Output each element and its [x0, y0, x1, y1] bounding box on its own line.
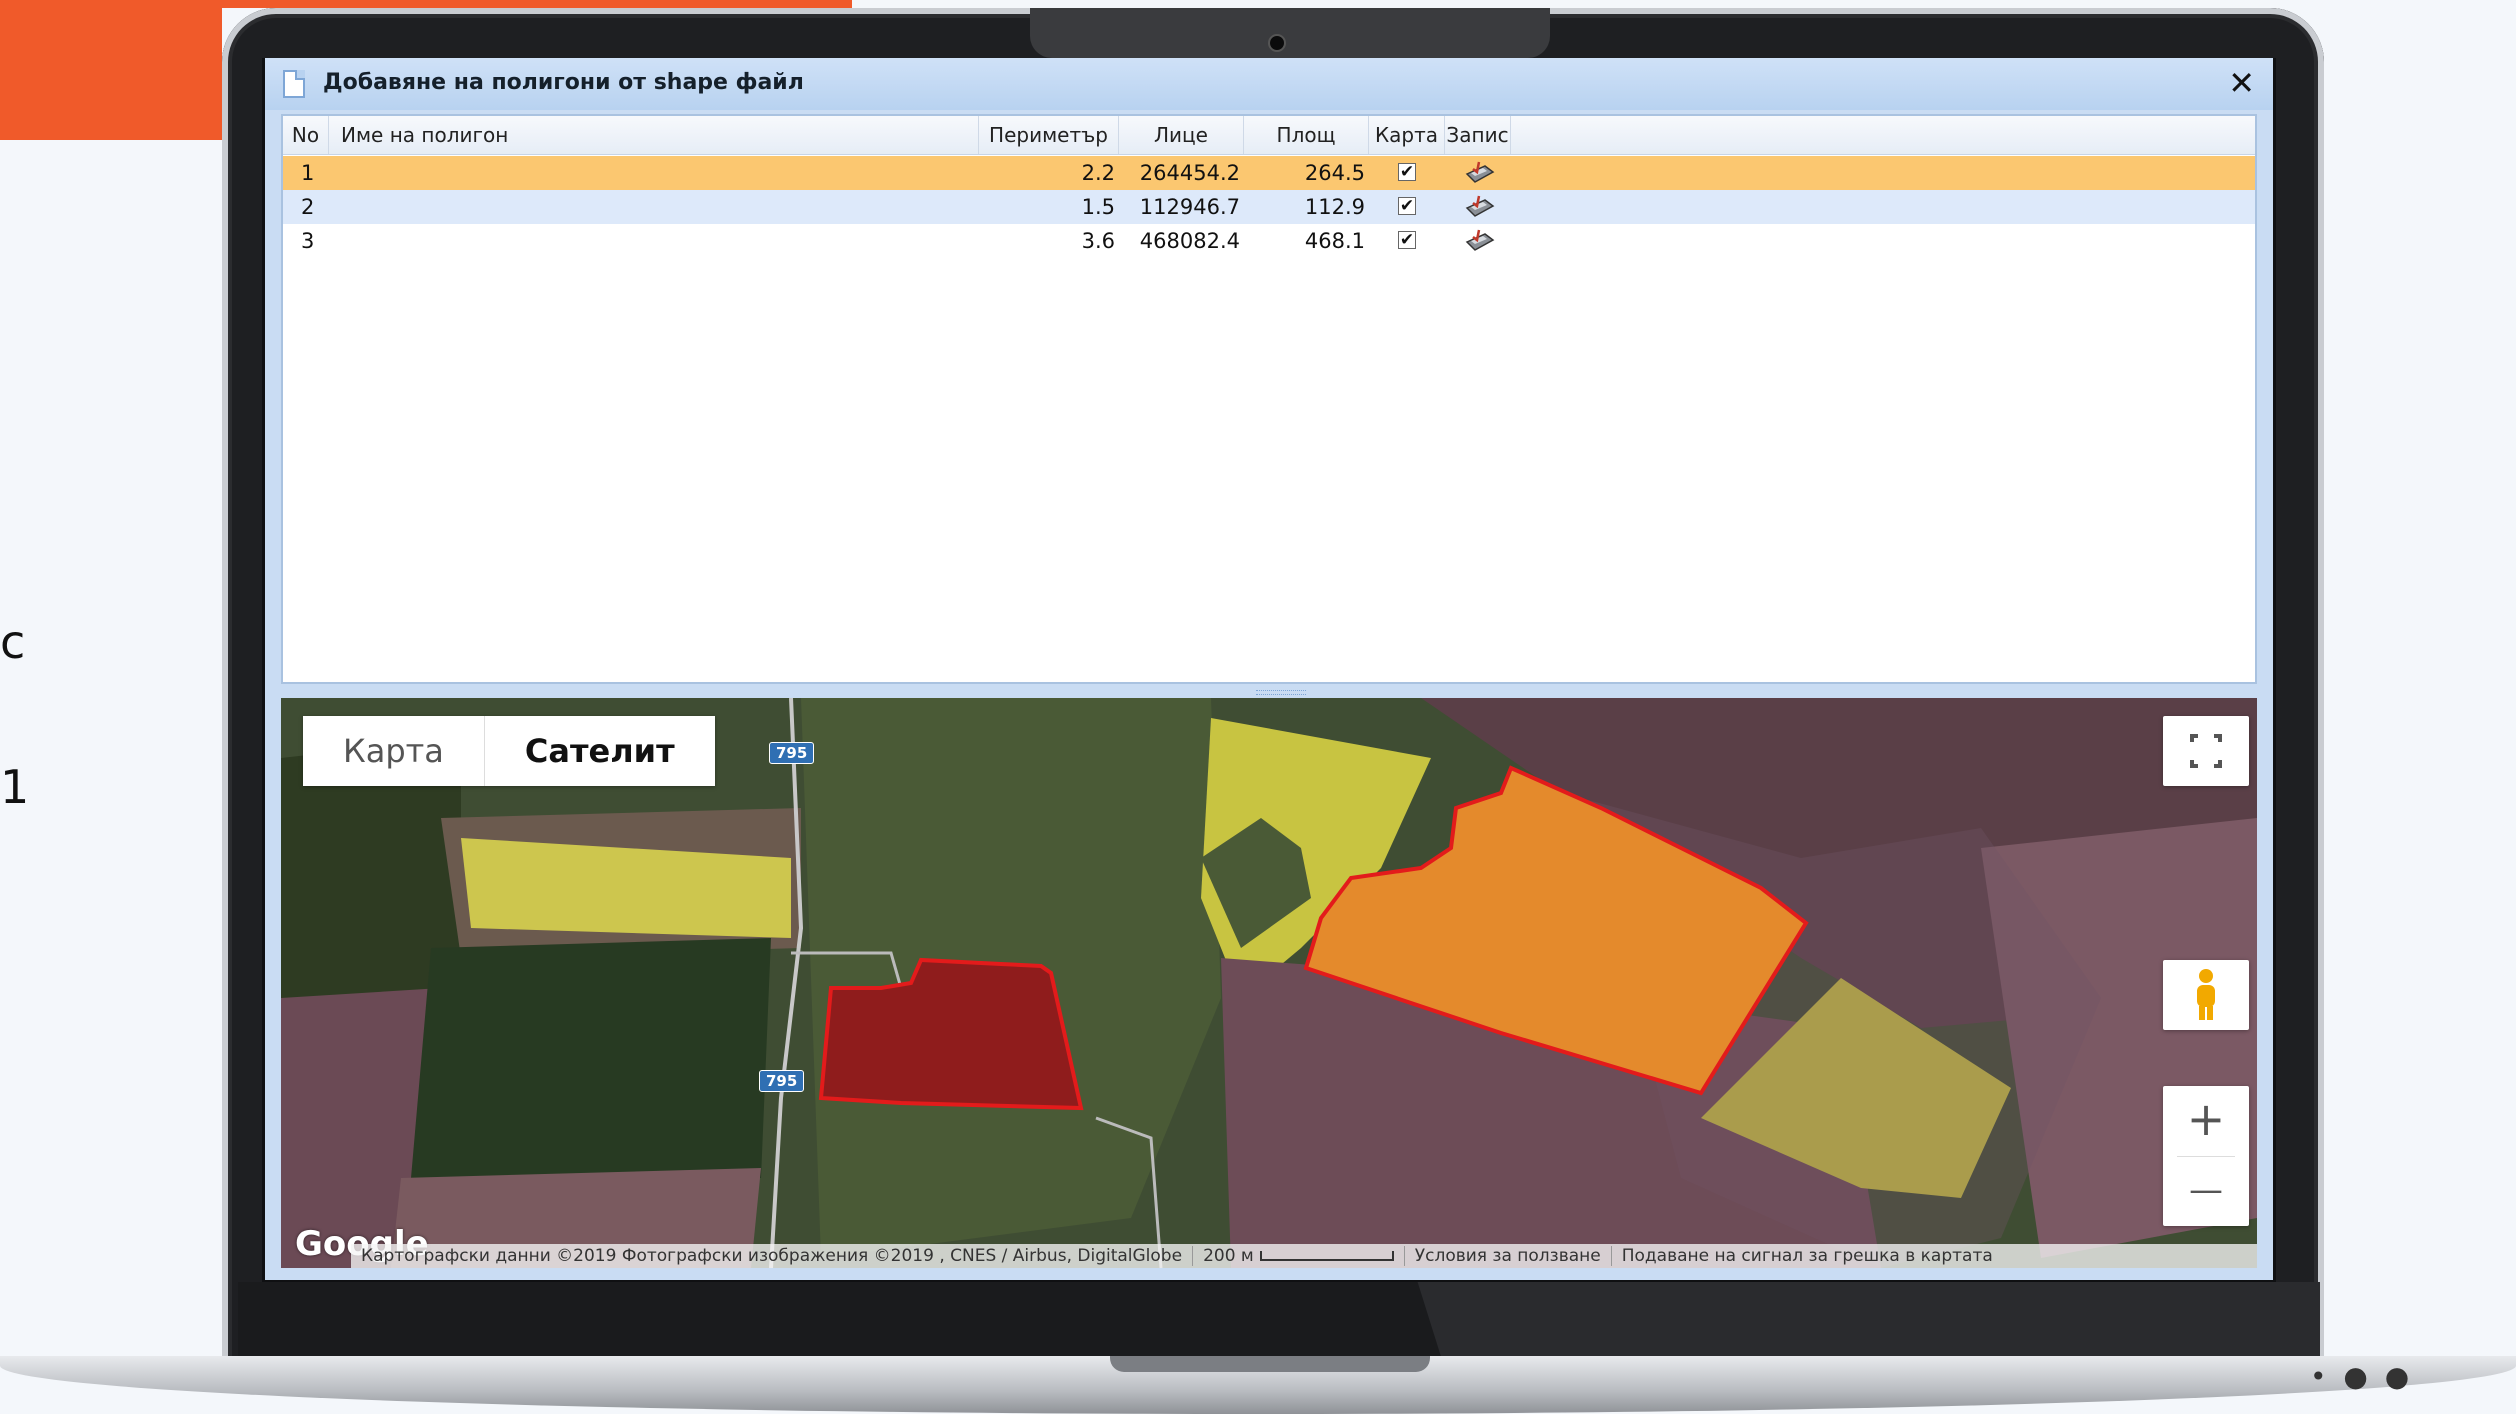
- col-name[interactable]: Име на полигон: [329, 116, 979, 154]
- table-row[interactable]: 2 1.5 112946.7 112.9 ✔: [283, 190, 2255, 224]
- cell-perimeter: 3.6: [1081, 229, 1115, 253]
- terms-link[interactable]: Условия за ползване: [1404, 1246, 1612, 1266]
- map-scale-label: 200 м: [1203, 1246, 1254, 1266]
- polygon-table: No Име на полигон Периметър (км) Лице (к…: [281, 114, 2257, 684]
- camera-notch: [1030, 8, 1550, 58]
- map-attribution-bar: Картографски данни ©2019 Фотографски изо…: [351, 1244, 2257, 1268]
- cell-perimeter: 1.5: [1081, 195, 1115, 219]
- map-attribution: Картографски данни ©2019 Фотографски изо…: [351, 1246, 1194, 1266]
- shape-import-dialog: Добавяне на полигони от shape файл ✕ No …: [265, 58, 2273, 1280]
- map-type-satellite[interactable]: Сателит: [485, 716, 715, 786]
- cell-no: 3: [301, 229, 315, 253]
- dialog-title: Добавяне на полигони от shape файл: [323, 70, 804, 95]
- cell-name[interactable]: [329, 156, 979, 190]
- col-area[interactable]: Площ (дка.): [1244, 116, 1369, 185]
- brand-strip: [222, 0, 852, 8]
- map-type-map[interactable]: Карта: [303, 716, 485, 786]
- col-face[interactable]: Лице (кв.м.): [1119, 116, 1244, 185]
- map-checkbox[interactable]: ✔: [1398, 231, 1416, 249]
- table-row[interactable]: 3 3.6 468082.4 468.1 ✔: [283, 224, 2255, 258]
- fullscreen-button[interactable]: [2163, 716, 2249, 786]
- pegman-icon: [2197, 969, 2215, 1020]
- cell-face: 112946.7: [1139, 195, 1240, 219]
- col-no[interactable]: No: [283, 116, 329, 154]
- document-icon: [283, 70, 305, 98]
- table-header: No Име на полигон Периметър (км) Лице (к…: [283, 116, 2255, 185]
- map-checkbox[interactable]: ✔: [1398, 197, 1416, 215]
- street-view-button[interactable]: [2163, 960, 2249, 1030]
- cell-area: 264.5: [1304, 161, 1365, 185]
- panel-splitter[interactable]: [281, 688, 2257, 696]
- col-perimeter[interactable]: Периметър (км): [979, 116, 1119, 185]
- cell-name[interactable]: [329, 224, 979, 258]
- close-button[interactable]: ✕: [2228, 64, 2255, 102]
- dialog-titlebar: Добавяне на полигони от shape файл ✕: [265, 58, 2273, 110]
- cell-area: 468.1: [1304, 229, 1365, 253]
- zoom-in-button[interactable]: +: [2163, 1086, 2249, 1156]
- splitter-grip[interactable]: [1256, 690, 1306, 695]
- fullscreen-icon: [2190, 734, 2222, 768]
- scale-bar: [1259, 1251, 1394, 1261]
- map-type-switch: Карта Сателит: [303, 716, 715, 786]
- save-icon[interactable]: [1463, 228, 1497, 254]
- zoom-out-button[interactable]: —: [2163, 1157, 2249, 1226]
- cell-no: 2: [301, 195, 315, 219]
- cell-face: 468082.4: [1139, 229, 1240, 253]
- save-icon[interactable]: [1463, 194, 1497, 220]
- road-label: 795: [769, 742, 815, 764]
- cell-area: 112.9: [1304, 195, 1365, 219]
- cell-no: 1: [301, 161, 315, 185]
- map-checkbox[interactable]: ✔: [1398, 163, 1416, 181]
- map-scale[interactable]: 200 м: [1193, 1246, 1405, 1266]
- base-notch: [1110, 1356, 1430, 1372]
- carousel-dots: • ● ●: [2310, 1360, 2414, 1393]
- satellite-map[interactable]: Карта Сателит 795 795 + — Google Картог: [281, 698, 2257, 1268]
- cell-name[interactable]: [329, 190, 979, 224]
- table-row[interactable]: 1 2.2 264454.2 264.5 ✔: [283, 156, 2255, 190]
- brand-block: [0, 0, 222, 140]
- zoom-control: + —: [2163, 1086, 2249, 1226]
- col-save[interactable]: Запис: [1445, 116, 1511, 154]
- cell-face: 264454.2: [1139, 161, 1240, 185]
- report-error-link[interactable]: Подаване на сигнал за грешка в картата: [1612, 1246, 2003, 1266]
- col-map[interactable]: Карта: [1369, 116, 1445, 154]
- road-label: 795: [759, 1070, 805, 1092]
- side-text-2: 1: [0, 760, 30, 814]
- camera-icon: [1268, 34, 1286, 52]
- save-icon[interactable]: [1463, 160, 1497, 186]
- cell-perimeter: 2.2: [1081, 161, 1115, 185]
- side-text-1: c: [0, 615, 26, 669]
